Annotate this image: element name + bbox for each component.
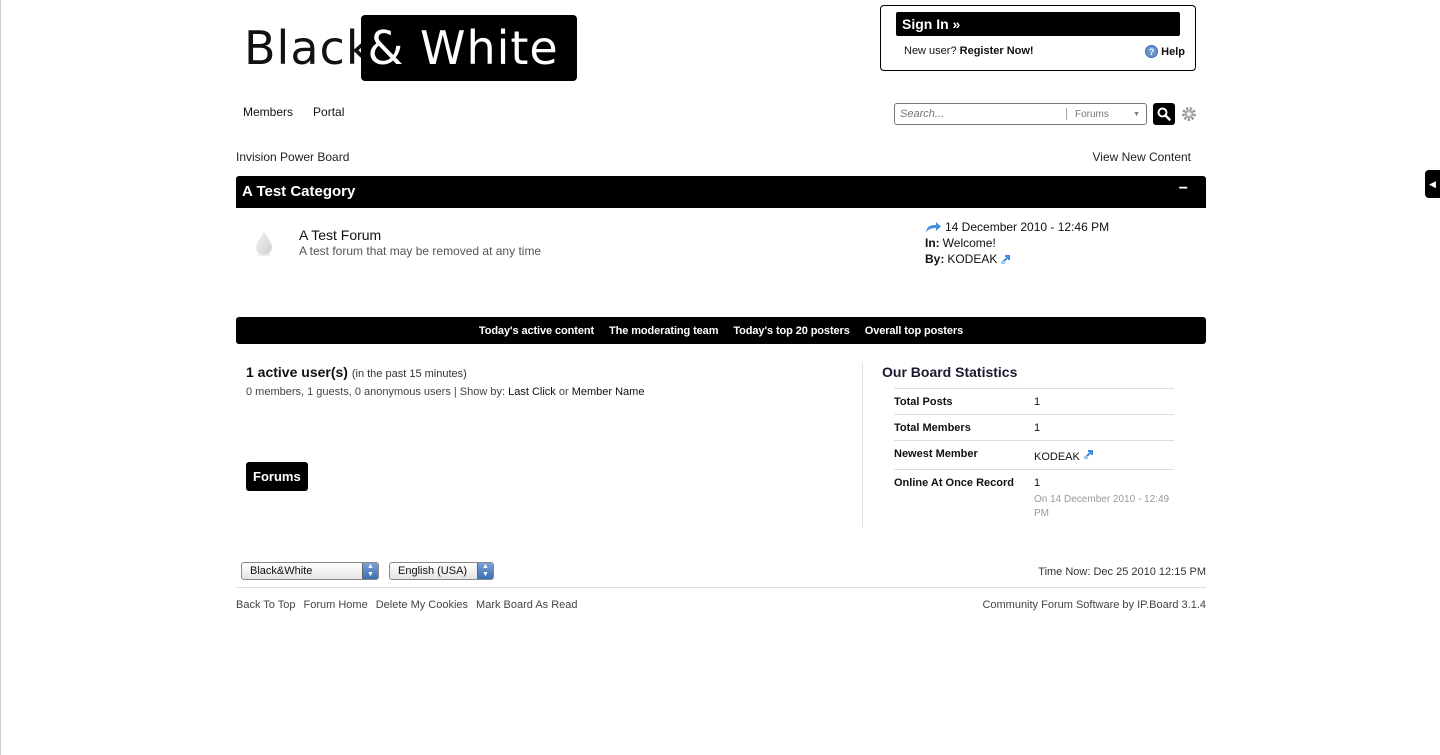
copyright-link[interactable]: Community Forum Software by IP.Board 3.1… <box>982 599 1206 611</box>
stat-value: 1 <box>1034 414 1174 441</box>
new-user-text: New user? Register Now! <box>904 45 1034 57</box>
last-post-topic-link[interactable]: Welcome! <box>943 235 996 251</box>
category-header: A Test Category − <box>236 176 1206 208</box>
sidebar-toggle-tab[interactable]: ◀ <box>1425 170 1440 198</box>
breadcrumb[interactable]: Invision Power Board <box>236 150 349 164</box>
search-scope-select[interactable]: Forums <box>1075 109 1133 120</box>
window-edge <box>0 0 1 755</box>
time-now: Time Now: Dec 25 2010 12:15 PM <box>1038 566 1206 578</box>
delete-cookies-link[interactable]: Delete My Cookies <box>376 599 468 611</box>
stats-divider <box>862 363 863 527</box>
show-by-member-name-link[interactable]: Member Name <box>572 386 645 398</box>
collapse-toggle[interactable]: − <box>1179 180 1188 198</box>
board-links-bar: Today's active content The moderating te… <box>236 317 1206 344</box>
logo-black-text: Black <box>244 21 374 75</box>
active-users-summary-text: 0 members, 1 guests, 0 anonymous users |… <box>246 386 506 398</box>
todays-active-content-link[interactable]: Today's active content <box>479 325 594 337</box>
search-box: Forums ▼ <box>894 103 1147 125</box>
main-nav: Forums Members Portal <box>236 98 357 491</box>
help-link[interactable]: ? Help <box>1145 45 1185 58</box>
search-input[interactable] <box>900 105 1070 123</box>
statistics-table: Total Posts 1 Total Members 1 Newest Mem… <box>894 388 1174 527</box>
active-users-period: (in the past 15 minutes) <box>351 368 467 380</box>
help-label: Help <box>1161 45 1185 58</box>
table-row: Newest Member KODEAK <box>894 440 1174 470</box>
mark-board-read-link[interactable]: Mark Board As Read <box>476 599 578 611</box>
search-separator <box>1066 108 1067 120</box>
select-arrows-icon: ▲ ▼ <box>362 563 378 579</box>
by-label: By: <box>925 252 945 266</box>
active-users-heading: 1 active user(s) (in the past 15 minutes… <box>246 364 644 380</box>
search-button[interactable] <box>1153 103 1175 125</box>
skin-select-value: Black&White <box>250 565 313 577</box>
stat-label: Newest Member <box>894 440 1034 470</box>
active-users-summary: 0 members, 1 guests, 0 anonymous users |… <box>246 386 644 398</box>
active-users-count: 1 active user(s) <box>246 364 348 380</box>
logo-ampersand: & <box>367 21 405 75</box>
stat-label: Total Posts <box>894 388 1034 415</box>
back-to-top-link[interactable]: Back To Top <box>236 599 296 611</box>
moderating-team-link[interactable]: The moderating team <box>609 325 718 337</box>
stat-value-cell: KODEAK <box>1034 440 1174 470</box>
tab-members[interactable]: Members <box>236 98 300 127</box>
tab-forums[interactable]: Forums <box>246 462 308 491</box>
new-user-label: New user? <box>904 45 957 57</box>
forum-description: A test forum that may be removed at any … <box>299 244 542 258</box>
forum-read-icon <box>256 231 272 256</box>
active-users-panel: 1 active user(s) (in the past 15 minutes… <box>246 364 644 398</box>
top-20-posters-link[interactable]: Today's top 20 posters <box>733 325 849 337</box>
footer-divider <box>236 587 1206 588</box>
signin-box: Sign In » New user? Register Now! ? Help <box>880 5 1196 71</box>
in-label: In: <box>925 236 940 250</box>
last-post-date: 14 December 2010 - 12:46 PM <box>945 220 1110 234</box>
view-new-content-link[interactable]: View New Content <box>1093 150 1192 164</box>
board-statistics-panel: Our Board Statistics Total Posts 1 Total… <box>882 364 1174 527</box>
footer-links: Back To Top Forum Home Delete My Cookies… <box>236 599 578 611</box>
newest-member-link[interactable]: KODEAK <box>1034 451 1080 463</box>
tab-portal[interactable]: Portal <box>306 98 351 127</box>
chevron-left-icon: ◀ <box>1429 179 1436 189</box>
or-text: or <box>558 386 569 398</box>
overall-top-posters-link[interactable]: Overall top posters <box>865 325 963 337</box>
language-select-value: English (USA) <box>398 565 468 577</box>
chevron-down-icon: ▼ <box>1133 110 1140 118</box>
user-card-icon[interactable] <box>1083 448 1095 460</box>
stat-label: Online At Once Record <box>894 469 1034 527</box>
table-row: Online At Once Record 1 On 14 December 2… <box>894 469 1174 527</box>
table-row: Total Members 1 <box>894 414 1174 441</box>
register-link[interactable]: Register Now! <box>960 45 1034 57</box>
record-date-note: On 14 December 2010 - 12:49 PM <box>1034 494 1170 519</box>
forum-row: A Test Forum A test forum that may be re… <box>236 208 1206 288</box>
language-select[interactable]: English (USA) ▲ ▼ <box>389 562 494 580</box>
last-poster-link[interactable]: KODEAK <box>947 251 997 267</box>
forum-title-link[interactable]: A Test Forum <box>299 227 381 243</box>
user-card-icon[interactable] <box>1000 253 1012 265</box>
help-icon: ? <box>1145 45 1159 58</box>
stat-value-cell: 1 On 14 December 2010 - 12:49 PM <box>1034 469 1174 527</box>
last-post-info: 14 December 2010 - 12:46 PM In: Welcome!… <box>925 219 1109 267</box>
category-title[interactable]: A Test Category <box>242 183 355 200</box>
logo-white-block: & White <box>361 15 577 81</box>
stat-value: 1 <box>1034 388 1174 415</box>
skin-select[interactable]: Black&White ▲ ▼ <box>241 562 379 580</box>
statistics-heading: Our Board Statistics <box>882 364 1018 380</box>
search-icon <box>1157 107 1171 121</box>
table-row: Total Posts 1 <box>894 388 1174 415</box>
show-by-last-click-link[interactable]: Last Click <box>508 386 556 398</box>
stat-value: 1 <box>1034 477 1041 489</box>
site-logo[interactable]: Black & White <box>244 15 577 81</box>
logo-white-text: White <box>419 21 559 75</box>
select-arrows-icon: ▲ ▼ <box>477 563 493 579</box>
gear-icon[interactable] <box>1181 106 1197 122</box>
forum-home-link[interactable]: Forum Home <box>304 599 368 611</box>
last-post-arrow-icon[interactable] <box>925 221 942 233</box>
sign-in-button[interactable]: Sign In » <box>896 12 1180 36</box>
stat-label: Total Members <box>894 414 1034 441</box>
